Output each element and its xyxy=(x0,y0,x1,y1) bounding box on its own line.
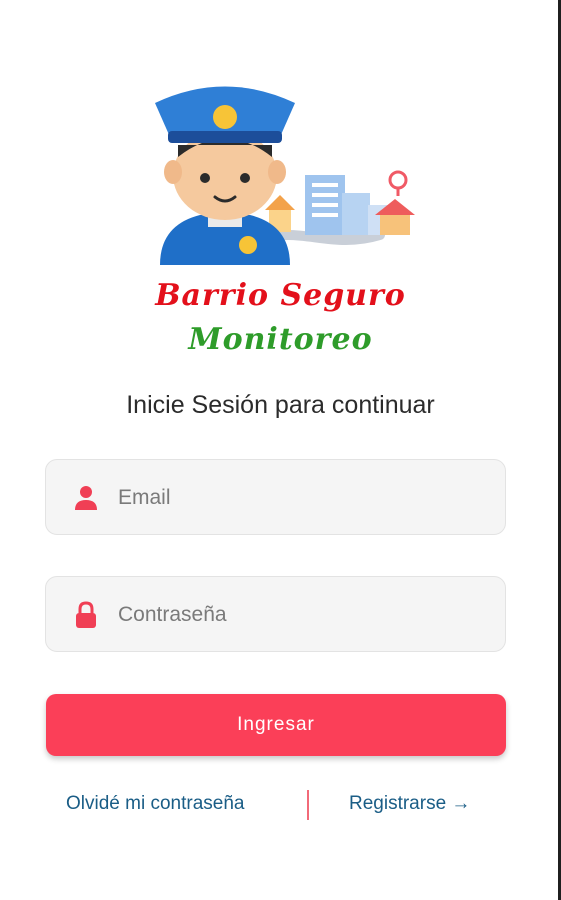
password-field[interactable] xyxy=(45,576,506,653)
password-input[interactable] xyxy=(116,577,490,653)
register-link[interactable]: Registrarse → xyxy=(349,793,470,815)
user-icon xyxy=(72,484,100,512)
logo-title-line1: Barrio Seguro xyxy=(155,278,406,313)
login-subtitle: Inicie Sesión para continuar xyxy=(126,391,435,419)
police-officer-illustration xyxy=(155,86,415,265)
lock-icon xyxy=(72,601,100,629)
email-field[interactable] xyxy=(45,459,506,536)
forgot-password-link[interactable]: Olvidé mi contraseña xyxy=(66,793,244,815)
login-button[interactable]: Ingresar xyxy=(46,694,506,756)
links-divider xyxy=(307,790,309,820)
logo-title-line2: Monitoreo xyxy=(188,322,373,357)
email-input[interactable] xyxy=(116,460,490,536)
